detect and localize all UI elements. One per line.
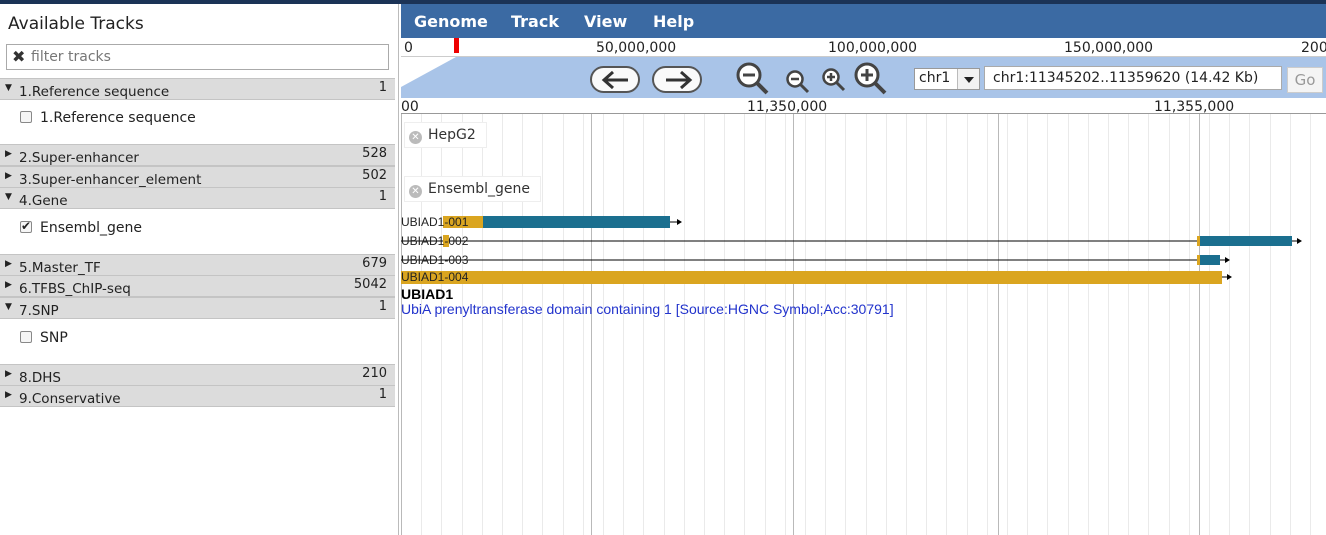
category-label: 3.Super-enhancer_element (19, 172, 202, 188)
collapse-arrow-icon: ▼ (5, 83, 12, 93)
category-count: 1 (378, 189, 387, 204)
track-item-snp[interactable]: SNP (0, 320, 395, 356)
filter-box: ✖ (6, 44, 389, 70)
transcript-ubiad1-002[interactable] (401, 235, 1302, 247)
category-count: 1 (378, 387, 387, 402)
transcript-ubiad1-001[interactable] (443, 216, 682, 228)
ruler-tick: 11,350,000 (747, 99, 828, 115)
detail-ruler: 00 11,350,000 11,355,000 (401, 98, 1326, 115)
overview-scale[interactable]: 0 50,000,000 100,000,000 150,000,000 200 (401, 38, 1326, 57)
chromosome-select[interactable]: chr1 (914, 68, 980, 90)
category-super-enhancer[interactable]: ▶ 2.Super-enhancer 528 (0, 144, 395, 166)
filter-clear-icon[interactable]: ✖ (12, 48, 25, 66)
track-checkbox[interactable] (20, 331, 32, 343)
menu-view[interactable]: View (584, 12, 627, 31)
category-super-enhancer-element[interactable]: ▶ 3.Super-enhancer_element 502 (0, 166, 395, 188)
arrow-right-icon (666, 70, 693, 90)
collapse-arrow-icon: ▼ (5, 302, 12, 312)
category-label: 6.TFBS_ChIP-seq (19, 281, 131, 297)
overview-tick: 200 (1301, 40, 1326, 56)
pan-left-button[interactable] (590, 66, 640, 93)
zoom-out-small-icon[interactable] (785, 69, 813, 95)
zoom-in-small-icon[interactable] (821, 67, 849, 93)
chromosome-value: chr1 (919, 70, 951, 86)
expand-arrow-icon: ▶ (5, 390, 12, 400)
track-item-reference-sequence[interactable]: 1.Reference sequence (0, 100, 395, 136)
category-dhs[interactable]: ▶ 8.DHS 210 (0, 364, 395, 386)
track-item-ensembl-gene[interactable]: Ensembl_gene (0, 210, 395, 246)
gene-description: UbiA prenyltransferase domain containing… (401, 301, 894, 317)
menu-track[interactable]: Track (511, 12, 559, 31)
transcript-ubiad1-003[interactable] (401, 255, 1230, 265)
category-count: 1 (378, 299, 387, 314)
zoom-in-big-icon[interactable] (853, 62, 891, 96)
track-item-label: 1.Reference sequence (40, 110, 196, 126)
transcript-ubiad1-004[interactable] (401, 271, 1232, 284)
pan-right-button[interactable] (652, 66, 702, 93)
overview-tick: 150,000,000 (1064, 40, 1154, 56)
category-label: 5.Master_TF (19, 260, 101, 276)
gene-symbol: UBIAD1 (401, 286, 454, 302)
track-selector-panel: Available Tracks ✖ ▼ 1.Reference sequenc… (0, 4, 399, 535)
category-conservative[interactable]: ▶ 9.Conservative 1 (0, 385, 395, 407)
category-tfbs-chip-seq[interactable]: ▶ 6.TFBS_ChIP-seq 5042 (0, 275, 395, 297)
collapse-arrow-icon: ▼ (5, 192, 12, 202)
expand-arrow-icon: ▶ (5, 369, 12, 379)
menu-bar: Genome Track View Help (401, 4, 1326, 38)
panel-title: Available Tracks (8, 14, 144, 34)
category-label: 4.Gene (19, 193, 68, 209)
position-marker[interactable] (454, 38, 459, 53)
ruler-tick: 00 (401, 99, 419, 115)
transcript-label: UBIAD1-004 (401, 270, 469, 284)
category-label: 8.DHS (19, 370, 61, 386)
category-count: 502 (362, 168, 387, 183)
track-checkbox-checked[interactable] (20, 219, 32, 233)
menu-genome[interactable]: Genome (414, 12, 488, 31)
overview-tick: 100,000,000 (828, 40, 918, 56)
menu-help[interactable]: Help (653, 12, 694, 31)
go-button[interactable]: Go (1287, 67, 1323, 93)
track-item-label: Ensembl_gene (40, 220, 143, 236)
category-count: 528 (362, 146, 387, 161)
zoom-out-big-icon[interactable] (735, 62, 771, 96)
category-count: 1 (378, 80, 387, 95)
category-label: 1.Reference sequence (19, 84, 170, 100)
category-label: 9.Conservative (19, 391, 121, 407)
ruler-tick: 11,355,000 (1154, 99, 1235, 115)
location-input[interactable] (984, 66, 1282, 90)
overview-tick: 0 (404, 40, 413, 56)
category-count: 5042 (353, 277, 387, 292)
overview-tick: 50,000,000 (596, 40, 677, 56)
category-count: 210 (362, 366, 387, 381)
track-item-label: SNP (40, 330, 68, 346)
expand-arrow-icon: ▶ (5, 280, 12, 290)
filter-input[interactable] (31, 47, 381, 67)
category-snp[interactable]: ▼ 7.SNP 1 (0, 297, 395, 319)
chevron-down-icon[interactable] (957, 69, 979, 89)
transcript-label: UBIAD1-003 (401, 253, 469, 267)
expand-arrow-icon: ▶ (5, 259, 12, 269)
expand-arrow-icon: ▶ (5, 171, 12, 181)
category-reference-sequence[interactable]: ▼ 1.Reference sequence 1 (0, 78, 395, 100)
panel-footer-tab (32, 509, 160, 535)
category-label: 7.SNP (19, 303, 59, 319)
track-checkbox[interactable] (20, 111, 32, 123)
gene-features[interactable] (401, 114, 1326, 284)
transcript-label: UBIAD1-002 (401, 234, 469, 248)
category-count: 679 (362, 256, 387, 271)
navigation-bar: chr1 Go (401, 57, 1326, 98)
expand-arrow-icon: ▶ (5, 149, 12, 159)
track-area[interactable]: ✕ HepG2 ✕ Ensembl_gene UBIAD1-001 UBIAD1… (401, 114, 1326, 535)
category-master-tf[interactable]: ▶ 5.Master_TF 679 (0, 254, 395, 276)
arrow-left-icon (601, 70, 628, 90)
category-label: 2.Super-enhancer (19, 150, 139, 166)
category-gene[interactable]: ▼ 4.Gene 1 (0, 187, 395, 209)
transcript-label: UBIAD1-001 (401, 215, 469, 229)
